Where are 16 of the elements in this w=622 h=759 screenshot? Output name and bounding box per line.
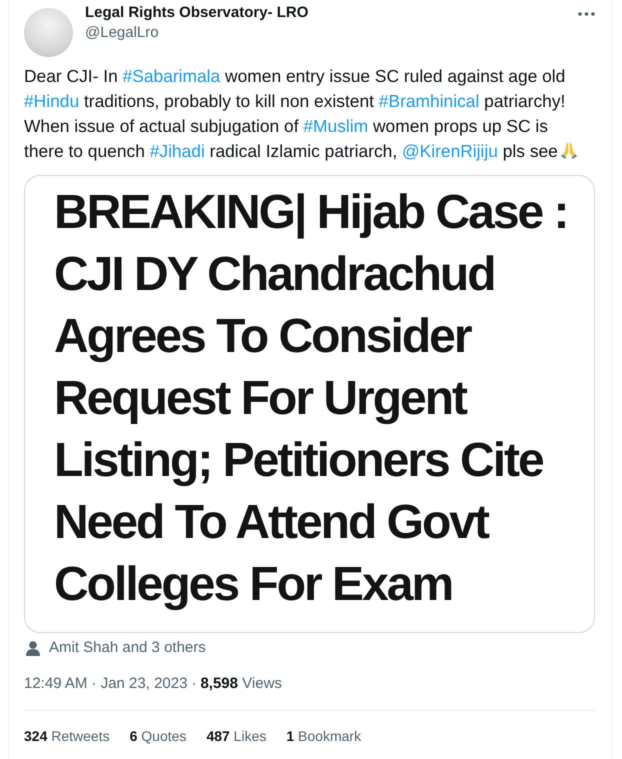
tweet-text: Dear CJI- In #Sabarimala women entry issue SC ruled against age old #Hindu traditions, probably to kill non existent #Bramhinical patriarchy! When issue of actual subjugation of #Muslim women props up SC is there to quench #Jihadi radical Izlamic patriarch, @KirenRijiju pls see (24, 64, 586, 164)
headline-image-card[interactable]: BREAKING| Hijab Case : CJI DY Chandrachud Agrees To Consider Request For Urgent Listing; Petitioners Cite Need To Attend Govt Colleges For Exam (24, 175, 595, 633)
engagement-stat-link[interactable]: 1 Bookmark (286, 726, 362, 746)
engagement-stat-link[interactable]: 324 Retweets (24, 726, 110, 746)
headline-text: BREAKING| Hijab Case : CJI DY Chandrachud Agrees To Consider Request For Urgent Listing; Petitioners Cite Need To Attend Govt Colleges For Exam (54, 185, 568, 613)
author-handle[interactable]: @LegalLro (85, 23, 308, 43)
praying-hands-icon (558, 140, 579, 160)
more-icon (578, 12, 595, 16)
person-icon (26, 640, 40, 656)
liked-by-text[interactable]: Amit Shah and 3 others (49, 638, 206, 658)
engagement-stat-link[interactable]: 6 Quotes (130, 726, 186, 746)
separator-dot: · (191, 674, 196, 694)
author-name[interactable]: Legal Rights Observatory- LRO (85, 3, 308, 23)
engagement-stat-link[interactable]: 487 Likes (206, 726, 266, 746)
views-count: 8,598 Views (200, 674, 282, 694)
timestamp-link[interactable]: 12:49 AM · Jan 23, 2023 (24, 674, 188, 694)
